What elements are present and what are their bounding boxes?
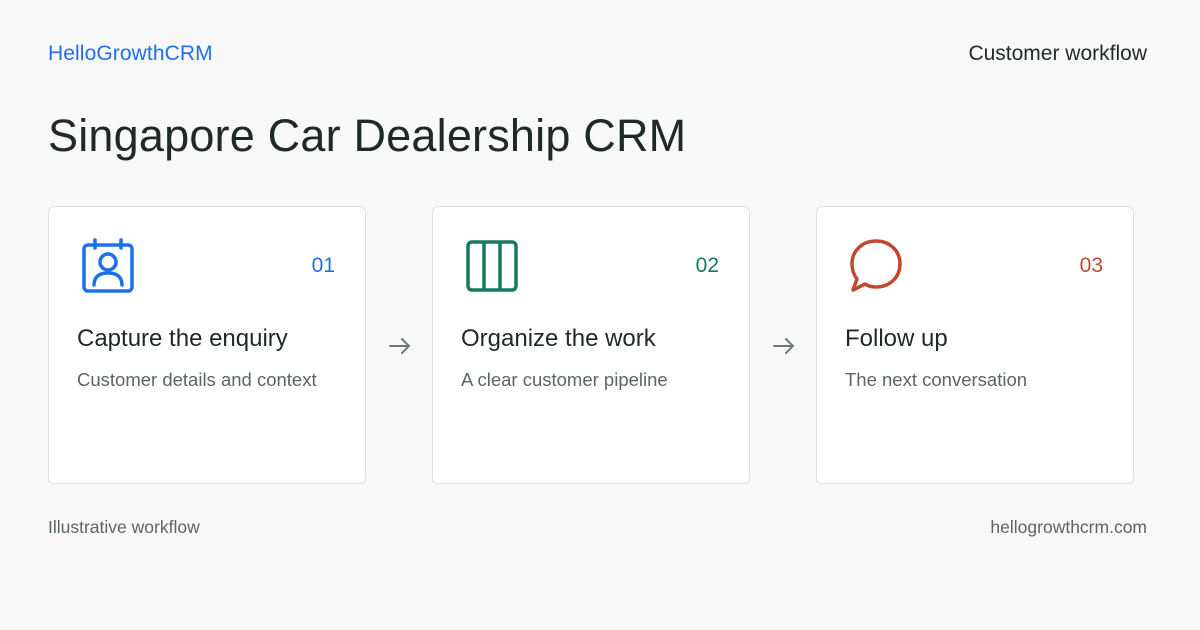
step-description: The next conversation <box>845 369 1028 390</box>
step-number: 03 <box>1079 254 1103 277</box>
step-number: 01 <box>311 254 335 277</box>
step-card-organize: 02 Organize the work A clear customer pi… <box>432 206 750 484</box>
arrow-right-icon <box>773 338 794 354</box>
step-card-follow-up: 03 Follow up The next conversation <box>816 206 1134 484</box>
arrow-right-icon <box>389 338 410 354</box>
footer-note: Illustrative workflow <box>48 517 200 537</box>
step-title: Follow up <box>845 325 948 352</box>
step-title: Capture the enquiry <box>77 325 288 352</box>
brand-logo-text: HelloGrowthCRM <box>48 42 213 65</box>
footer-site-link[interactable]: hellogrowthcrm.com <box>990 517 1147 538</box>
chat-bubble-icon <box>850 239 902 292</box>
kanban-columns-icon <box>466 240 518 292</box>
step-description: Customer details and context <box>77 369 317 390</box>
step-description: A clear customer pipeline <box>461 369 668 390</box>
step-title: Organize the work <box>461 325 656 352</box>
step-number: 02 <box>695 254 719 277</box>
contact-card-icon <box>82 238 134 293</box>
step-card-capture: 01 Capture the enquiry Customer details … <box>48 206 366 484</box>
header-kicker: Customer workflow <box>968 42 1147 65</box>
page-title: Singapore Car Dealership CRM <box>48 110 687 161</box>
